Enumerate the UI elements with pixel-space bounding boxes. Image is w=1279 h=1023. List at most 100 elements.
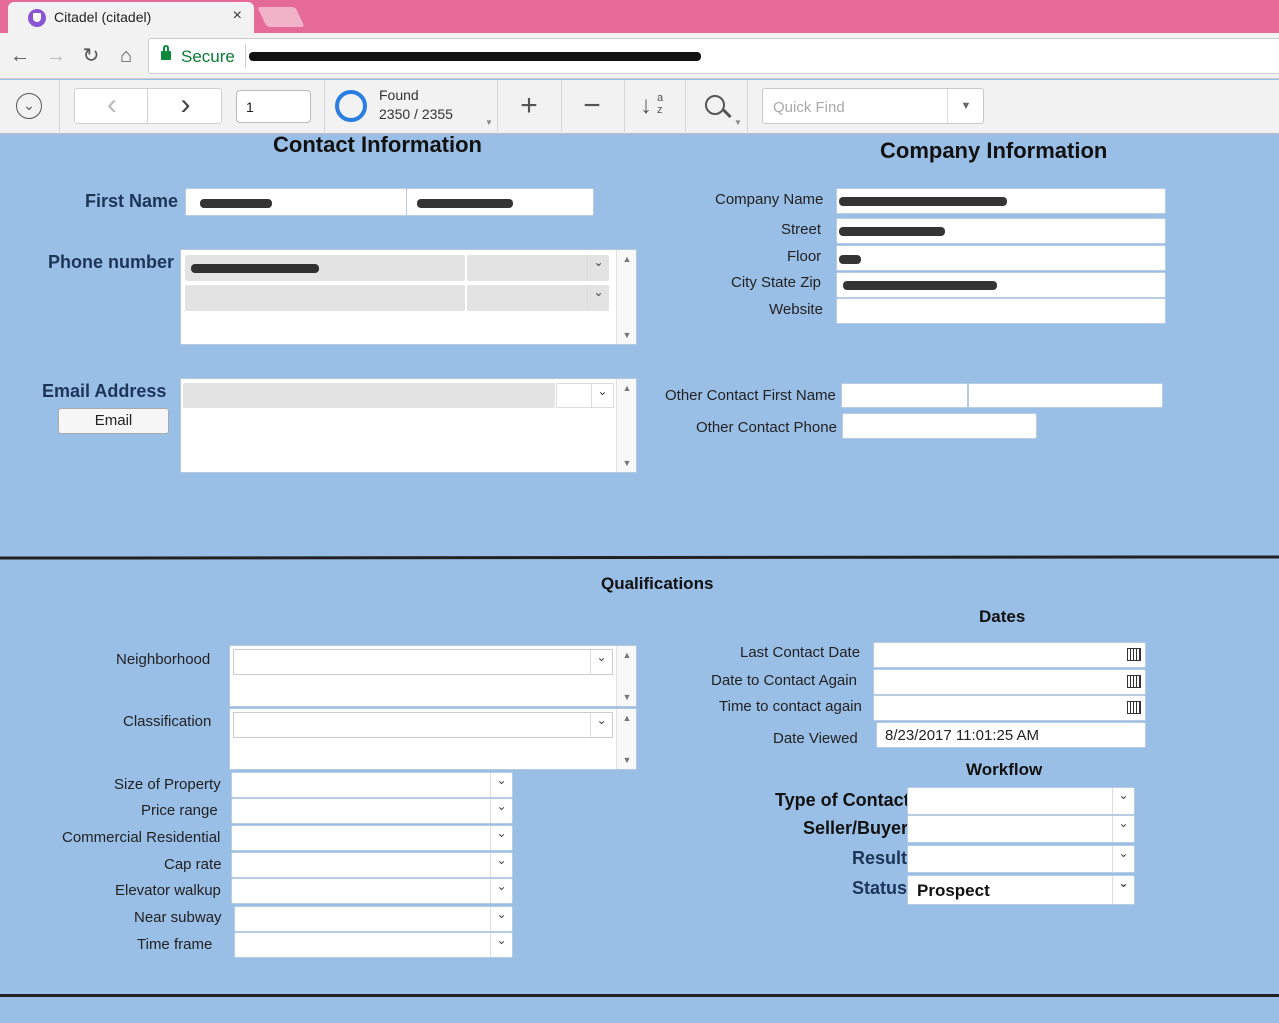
address-bar: ← → ↻ ⌂ Secure: [0, 33, 1279, 79]
phone-type-select[interactable]: ⌄: [467, 285, 609, 311]
email-portal-scrollbar[interactable]: ▲ ▼: [616, 379, 636, 472]
cap-rate-select[interactable]: ⌄: [231, 852, 513, 878]
close-tab-icon[interactable]: ×: [233, 7, 242, 25]
scroll-up-icon[interactable]: ▲: [617, 383, 637, 393]
other-contact-phone-field[interactable]: [842, 413, 1037, 439]
chevron-down-icon: ⌄: [1112, 876, 1134, 904]
phone-number-field[interactable]: [185, 255, 465, 281]
new-tab-button[interactable]: [257, 7, 305, 27]
url-input[interactable]: Secure: [148, 38, 1279, 74]
near-subway-label: Near subway: [134, 909, 222, 926]
near-subway-select[interactable]: ⌄: [234, 906, 513, 932]
quick-find-input[interactable]: Quick Find ▼: [762, 88, 984, 124]
other-contact-first-name-field[interactable]: [841, 383, 968, 408]
scroll-down-icon[interactable]: ▼: [617, 692, 637, 702]
chevron-down-icon: ⌄: [587, 285, 609, 311]
found-label: Found: [379, 87, 419, 103]
email-type-select[interactable]: ⌄: [556, 383, 614, 408]
last-name-field[interactable]: [406, 188, 594, 216]
seller-buyer-label: Seller/Buyer: [803, 818, 909, 838]
elevator-walkup-select[interactable]: ⌄: [231, 878, 513, 904]
find-icon[interactable]: [705, 95, 725, 115]
tab-title: Citadel (citadel): [54, 9, 152, 25]
classification-select[interactable]: ⌄: [233, 712, 613, 738]
chevron-down-icon: ⌄: [591, 384, 613, 407]
first-name-field[interactable]: [185, 188, 407, 216]
home-icon[interactable]: ⌂: [114, 44, 138, 68]
result-select[interactable]: ⌄: [907, 845, 1135, 873]
phone-portal-scrollbar[interactable]: ▲ ▼: [616, 250, 636, 344]
street-field[interactable]: [836, 218, 1166, 244]
toolbar-divider: [747, 80, 748, 134]
other-contact-last-name-field[interactable]: [968, 383, 1163, 408]
quick-find-dropdown-icon[interactable]: ▼: [947, 89, 984, 123]
next-record-button[interactable]: ›: [147, 88, 222, 124]
phone-portal[interactable]: ⌄ ⌄ ▲ ▼: [180, 249, 637, 345]
quick-find-placeholder: Quick Find: [773, 99, 845, 116]
delete-record-icon[interactable]: −: [572, 89, 612, 123]
new-record-icon[interactable]: +: [509, 89, 549, 123]
commercial-residential-select[interactable]: ⌄: [231, 825, 513, 851]
phone-number-field[interactable]: [185, 285, 465, 311]
price-range-label: Price range: [141, 802, 218, 819]
calendar-icon[interactable]: [1127, 675, 1141, 688]
company-name-label: Company Name: [715, 191, 824, 208]
chevron-down-icon: ⌄: [490, 907, 512, 931]
time-frame-label: Time frame: [137, 936, 213, 953]
cap-rate-label: Cap rate: [164, 856, 222, 873]
other-contact-first-name-label: Other Contact First Name: [665, 387, 836, 404]
forward-arrow-icon[interactable]: →: [44, 44, 68, 68]
email-portal[interactable]: ⌄ ▲ ▼: [180, 378, 637, 473]
email-button[interactable]: Email: [58, 408, 169, 434]
city-state-zip-label: City State Zip: [731, 274, 822, 291]
scroll-up-icon[interactable]: ▲: [617, 650, 637, 660]
company-name-field[interactable]: [836, 188, 1166, 214]
previous-record-button[interactable]: ‹: [74, 88, 148, 124]
date-to-contact-again-field[interactable]: [873, 669, 1146, 695]
classification-scrollbar[interactable]: ▲ ▼: [616, 709, 636, 769]
city-state-zip-field[interactable]: [836, 272, 1166, 298]
price-range-select[interactable]: ⌄: [231, 798, 513, 824]
browser-tab[interactable]: Citadel (citadel) ×: [8, 2, 254, 33]
calendar-icon[interactable]: [1127, 648, 1141, 661]
back-arrow-icon[interactable]: ←: [8, 44, 32, 68]
date-viewed-field[interactable]: 8/23/2017 11:01:25 AM: [876, 722, 1146, 748]
elevator-walkup-label: Elevator walkup: [115, 882, 221, 899]
classification-label: Classification: [123, 713, 212, 730]
first-name-label: First Name: [85, 191, 179, 211]
email-address-field[interactable]: [183, 383, 555, 408]
time-to-contact-again-field[interactable]: [873, 695, 1146, 721]
other-contact-phone-label: Other Contact Phone: [696, 419, 837, 436]
floor-field[interactable]: [836, 245, 1166, 271]
scroll-down-icon[interactable]: ▼: [617, 458, 637, 468]
scroll-down-icon[interactable]: ▼: [617, 755, 637, 765]
neighborhood-select[interactable]: ⌄: [233, 649, 613, 675]
date-viewed-label: Date Viewed: [773, 730, 858, 747]
menu-toggle-icon[interactable]: ⌄: [16, 93, 42, 119]
scroll-up-icon[interactable]: ▲: [617, 713, 637, 723]
find-menu-arrow-icon[interactable]: ▼: [734, 118, 742, 127]
calendar-icon[interactable]: [1127, 701, 1141, 714]
neighborhood-scrollbar[interactable]: ▲ ▼: [616, 646, 636, 706]
neighborhood-portal[interactable]: ⌄ ▲ ▼: [229, 645, 637, 707]
classification-portal[interactable]: ⌄ ▲ ▼: [229, 708, 637, 770]
phone-label: Phone number: [48, 252, 175, 272]
status-select[interactable]: Prospect ⌄: [907, 875, 1135, 905]
seller-buyer-select[interactable]: ⌄: [907, 815, 1135, 843]
sort-icon[interactable]: ↓ az: [640, 92, 670, 124]
record-number-input[interactable]: 1: [236, 90, 311, 123]
last-contact-date-field[interactable]: [873, 642, 1146, 668]
omnibox-divider: [245, 44, 246, 68]
reload-icon[interactable]: ↻: [79, 44, 103, 68]
phone-type-select[interactable]: ⌄: [467, 255, 609, 281]
website-field[interactable]: [836, 298, 1166, 324]
chevron-down-icon: ⌄: [1112, 788, 1134, 814]
size-of-property-select[interactable]: ⌄: [231, 772, 513, 798]
scroll-up-icon[interactable]: ▲: [617, 254, 637, 264]
scroll-down-icon[interactable]: ▼: [617, 330, 637, 340]
neighborhood-label: Neighborhood: [116, 651, 211, 668]
type-of-contact-select[interactable]: ⌄: [907, 787, 1135, 815]
filemaker-toolbar: ⌄ ‹ › 1 Found 2350 / 2355 ▼ + − ↓ az ▼ Q…: [0, 80, 1279, 134]
time-frame-select[interactable]: ⌄: [234, 932, 513, 958]
found-menu-arrow-icon[interactable]: ▼: [485, 118, 493, 127]
